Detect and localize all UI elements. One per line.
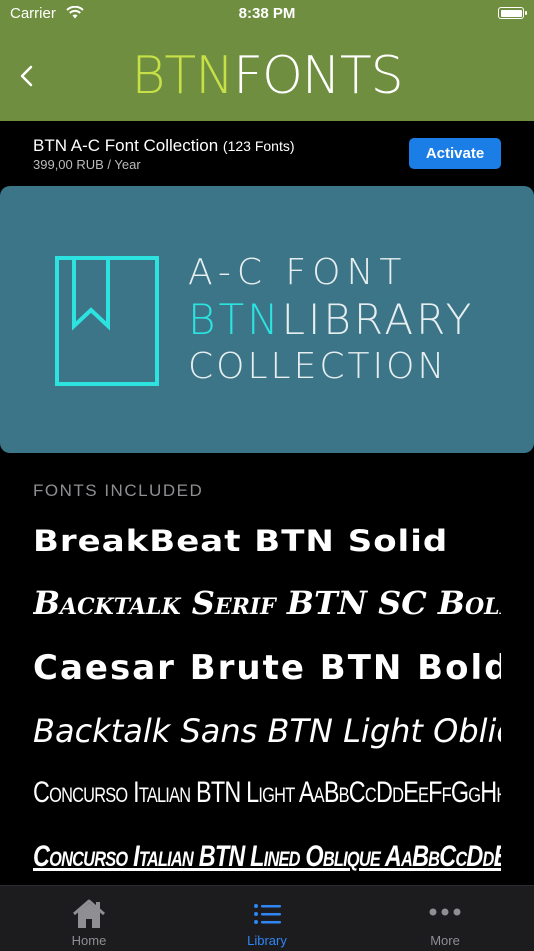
battery-icon — [498, 7, 527, 19]
banner-line-3: COLLECTION — [188, 346, 448, 387]
font-item[interactable]: Concurso Italian BTN Light AaBbCcDdEeFfG… — [33, 776, 501, 840]
activate-button[interactable]: Activate — [409, 138, 501, 169]
product-price: 399,00 RUB / Year — [33, 157, 141, 172]
list-icon — [254, 904, 281, 924]
status-bar: Carrier 8:38 PM — [0, 0, 534, 28]
house-icon — [73, 899, 105, 928]
banner-library-text: LIBRARY — [281, 295, 475, 344]
font-item[interactable]: Caesar Brute BTN Bold — [33, 648, 501, 712]
tab-bar: Home Library More — [0, 885, 534, 951]
logo-btn-text: BTN — [131, 46, 234, 106]
font-list: BreakBeat BTN Solid Backtalk Serif BTN S… — [33, 520, 501, 885]
app-logo: BTNFONTS — [0, 46, 534, 106]
banner-line-1: A-C FONT — [188, 252, 408, 293]
tab-home[interactable]: Home — [0, 886, 178, 951]
product-font-count: (123 Fonts) — [222, 138, 295, 154]
tab-library[interactable]: Library — [178, 886, 356, 951]
nav-bar: BTNFONTS — [0, 28, 534, 121]
tab-library-label: Library — [247, 933, 287, 948]
banner-accent-text: BTN — [188, 295, 282, 344]
status-time: 8:38 PM — [238, 5, 296, 22]
banner-line-2: BTNLIBRARY — [188, 295, 474, 344]
fonts-included-heading: FONTS INCLUDED — [33, 481, 204, 500]
font-item[interactable]: Backtalk Serif BTN SC Bold — [33, 584, 501, 648]
collection-banner: A-C FONT BTNLIBRARY COLLECTION — [0, 186, 534, 453]
book-bookmark-icon — [55, 256, 159, 386]
font-item[interactable]: BreakBeat BTN Solid — [33, 525, 501, 579]
ellipsis-icon — [429, 908, 461, 916]
font-item[interactable]: Concurso Italian BTN Lined Oblique AaBbC… — [33, 840, 501, 885]
tab-more-label: More — [430, 933, 460, 948]
tab-more[interactable]: More — [356, 886, 534, 951]
tab-home-label: Home — [71, 933, 107, 948]
product-title-row: BTN A-C Font Collection (123 Fonts) — [33, 136, 295, 156]
product-title: BTN A-C Font Collection — [33, 136, 219, 155]
font-item[interactable]: Backtalk Sans BTN Light Oblique — [33, 712, 501, 776]
logo-fonts-text: FONTS — [233, 46, 404, 106]
